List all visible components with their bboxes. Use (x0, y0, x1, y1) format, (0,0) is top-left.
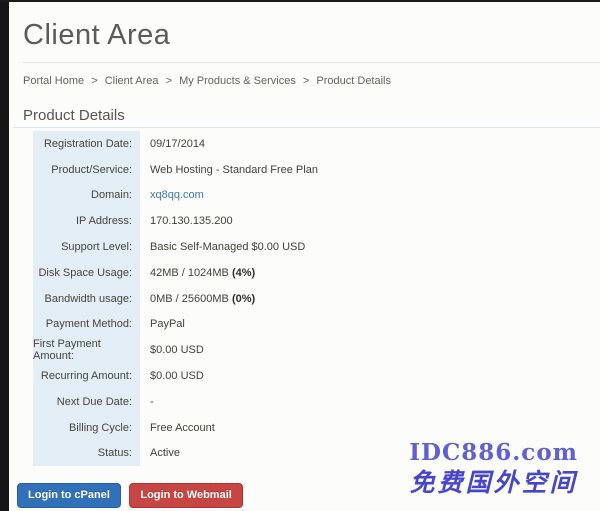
row-value: - (140, 396, 154, 408)
table-row: Domain: xq8qq.com (33, 183, 600, 209)
login-to-cpanel-button[interactable]: Login to cPanel (17, 483, 121, 508)
watermark-site-text: IDC886.com (409, 440, 578, 466)
table-row: Support Level:Basic Self-Managed $0.00 U… (33, 234, 600, 260)
table-row: Billing Cycle:Free Account (33, 415, 600, 441)
breadcrumb-client-area[interactable]: Client Area (105, 75, 159, 87)
row-value: Free Account (140, 422, 215, 434)
domain-link[interactable]: xq8qq.com (150, 189, 204, 201)
top-edge-strip (0, 0, 600, 2)
row-value: 42MB / 1024MB (4%) (140, 267, 255, 279)
usage-percent: (4%) (232, 267, 255, 279)
section-title: Product Details (23, 108, 600, 124)
row-label: Domain: (33, 183, 140, 209)
left-edge-strip (0, 0, 9, 511)
row-value: $0.00 USD (140, 370, 204, 382)
row-value: 0MB / 25600MB (0%) (140, 293, 255, 305)
row-label: First Payment Amount: (33, 337, 140, 363)
table-row: Payment Method:PayPal (33, 312, 600, 338)
page-title: Client Area (23, 0, 600, 51)
section-divider (13, 127, 600, 128)
row-label: IP Address: (33, 208, 140, 234)
row-value: 09/17/2014 (140, 138, 205, 150)
watermark: IDC886.com 免费国外空间 (409, 440, 578, 498)
row-label: Disk Space Usage: (33, 260, 140, 286)
table-row: IP Address:170.130.135.200 (33, 208, 600, 234)
row-value: Active (140, 447, 180, 459)
usage-percent: (0%) (232, 293, 255, 305)
table-row: Disk Space Usage:42MB / 1024MB (4%) (33, 260, 600, 286)
row-label: Support Level: (33, 234, 140, 260)
product-details-table: Registration Date:09/17/2014Product/Serv… (33, 131, 600, 466)
row-value: Basic Self-Managed $0.00 USD (140, 241, 305, 253)
row-label: Bandwidth usage: (33, 286, 140, 312)
row-label: Recurring Amount: (33, 363, 140, 389)
table-row: Product/Service:Web Hosting - Standard F… (33, 157, 600, 183)
breadcrumb-portal-home[interactable]: Portal Home (23, 75, 84, 87)
row-value: Web Hosting - Standard Free Plan (140, 164, 318, 176)
row-value: $0.00 USD (140, 344, 204, 356)
row-label: Product/Service: (33, 157, 140, 183)
login-to-webmail-button[interactable]: Login to Webmail (129, 483, 242, 508)
row-label: Billing Cycle: (33, 415, 140, 441)
table-row: Next Due Date:- (33, 389, 600, 415)
row-label: Next Due Date: (33, 389, 140, 415)
table-row: Registration Date:09/17/2014 (33, 131, 600, 157)
table-row: Bandwidth usage:0MB / 25600MB (0%) (33, 286, 600, 312)
breadcrumb-separator: > (303, 75, 309, 87)
watermark-caption-text: 免费国外空间 (409, 468, 578, 498)
main-content: Client Area Portal Home > Client Area > … (23, 0, 600, 508)
breadcrumb-separator: > (166, 75, 172, 87)
breadcrumb: Portal Home > Client Area > My Products … (23, 75, 600, 88)
row-value: xq8qq.com (140, 189, 204, 201)
table-row: First Payment Amount:$0.00 USD (33, 337, 600, 363)
row-label: Status: (33, 441, 140, 467)
breadcrumb-my-products-services[interactable]: My Products & Services (179, 75, 296, 87)
row-value: PayPal (140, 318, 185, 330)
row-label: Payment Method: (33, 312, 140, 338)
row-value: 170.130.135.200 (140, 215, 233, 227)
breadcrumb-separator: > (91, 75, 97, 87)
row-label: Registration Date: (33, 131, 140, 157)
breadcrumb-product-details: Product Details (316, 75, 391, 87)
table-row: Recurring Amount:$0.00 USD (33, 363, 600, 389)
title-divider (23, 62, 600, 63)
